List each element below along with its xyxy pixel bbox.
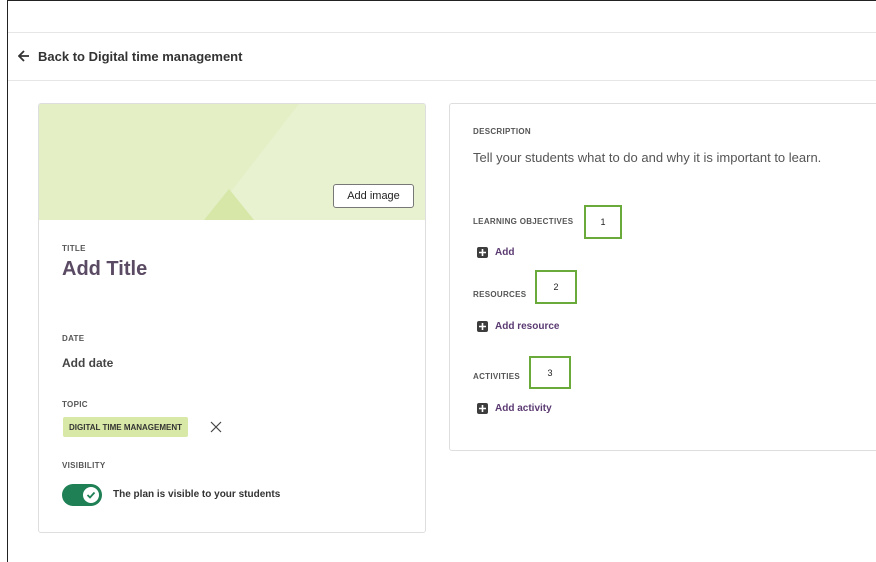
plus-icon [477,247,488,258]
arrow-left-icon [18,50,29,62]
back-link[interactable]: Back to Digital time management [18,46,242,66]
back-link-label: Back to Digital time management [38,48,243,64]
title-field[interactable]: Add Title [62,258,147,281]
plan-banner: Add image [39,104,425,220]
add-resource-label: Add resource [495,321,560,332]
topbar-divider [8,32,876,33]
window-border-top [7,0,876,1]
resources-label: RESOURCES [473,290,527,299]
add-image-button[interactable]: Add image [333,184,414,208]
annotation-marker-1: 1 [584,205,622,239]
add-objective-label: Add [495,247,515,258]
visibility-label: VISIBILITY [62,461,106,470]
visibility-text: The plan is visible to your students [113,489,281,500]
add-objective-button[interactable]: Add [477,247,514,258]
visibility-toggle[interactable] [62,484,102,506]
title-label: TITLE [62,244,86,253]
activities-label: ACTIVITIES [473,372,521,381]
annotation-marker-2: 2 [535,270,577,304]
plus-icon [477,321,488,332]
description-label: DESCRIPTION [473,127,531,136]
topic-label: TOPIC [62,400,88,409]
plan-card: Add image TITLE Add Title DATE Add date … [38,103,426,533]
toggle-knob [83,487,99,503]
window-border-left [7,0,8,562]
date-field[interactable]: Add date [62,356,113,370]
topic-chip: DIGITAL TIME MANAGEMENT [63,417,189,437]
description-field[interactable]: Tell your students what to do and why it… [473,150,821,165]
close-icon[interactable] [209,420,223,434]
annotation-marker-3: 3 [529,356,571,389]
plus-icon [477,403,488,414]
add-resource-button[interactable]: Add resource [477,321,559,332]
add-activity-button[interactable]: Add activity [477,403,552,414]
details-card: DESCRIPTION Tell your students what to d… [449,103,876,451]
objectives-label: LEARNING OBJECTIVES [473,217,574,226]
header-divider [8,80,876,81]
add-activity-label: Add activity [495,403,552,414]
check-icon [86,491,96,499]
date-label: DATE [62,334,85,343]
